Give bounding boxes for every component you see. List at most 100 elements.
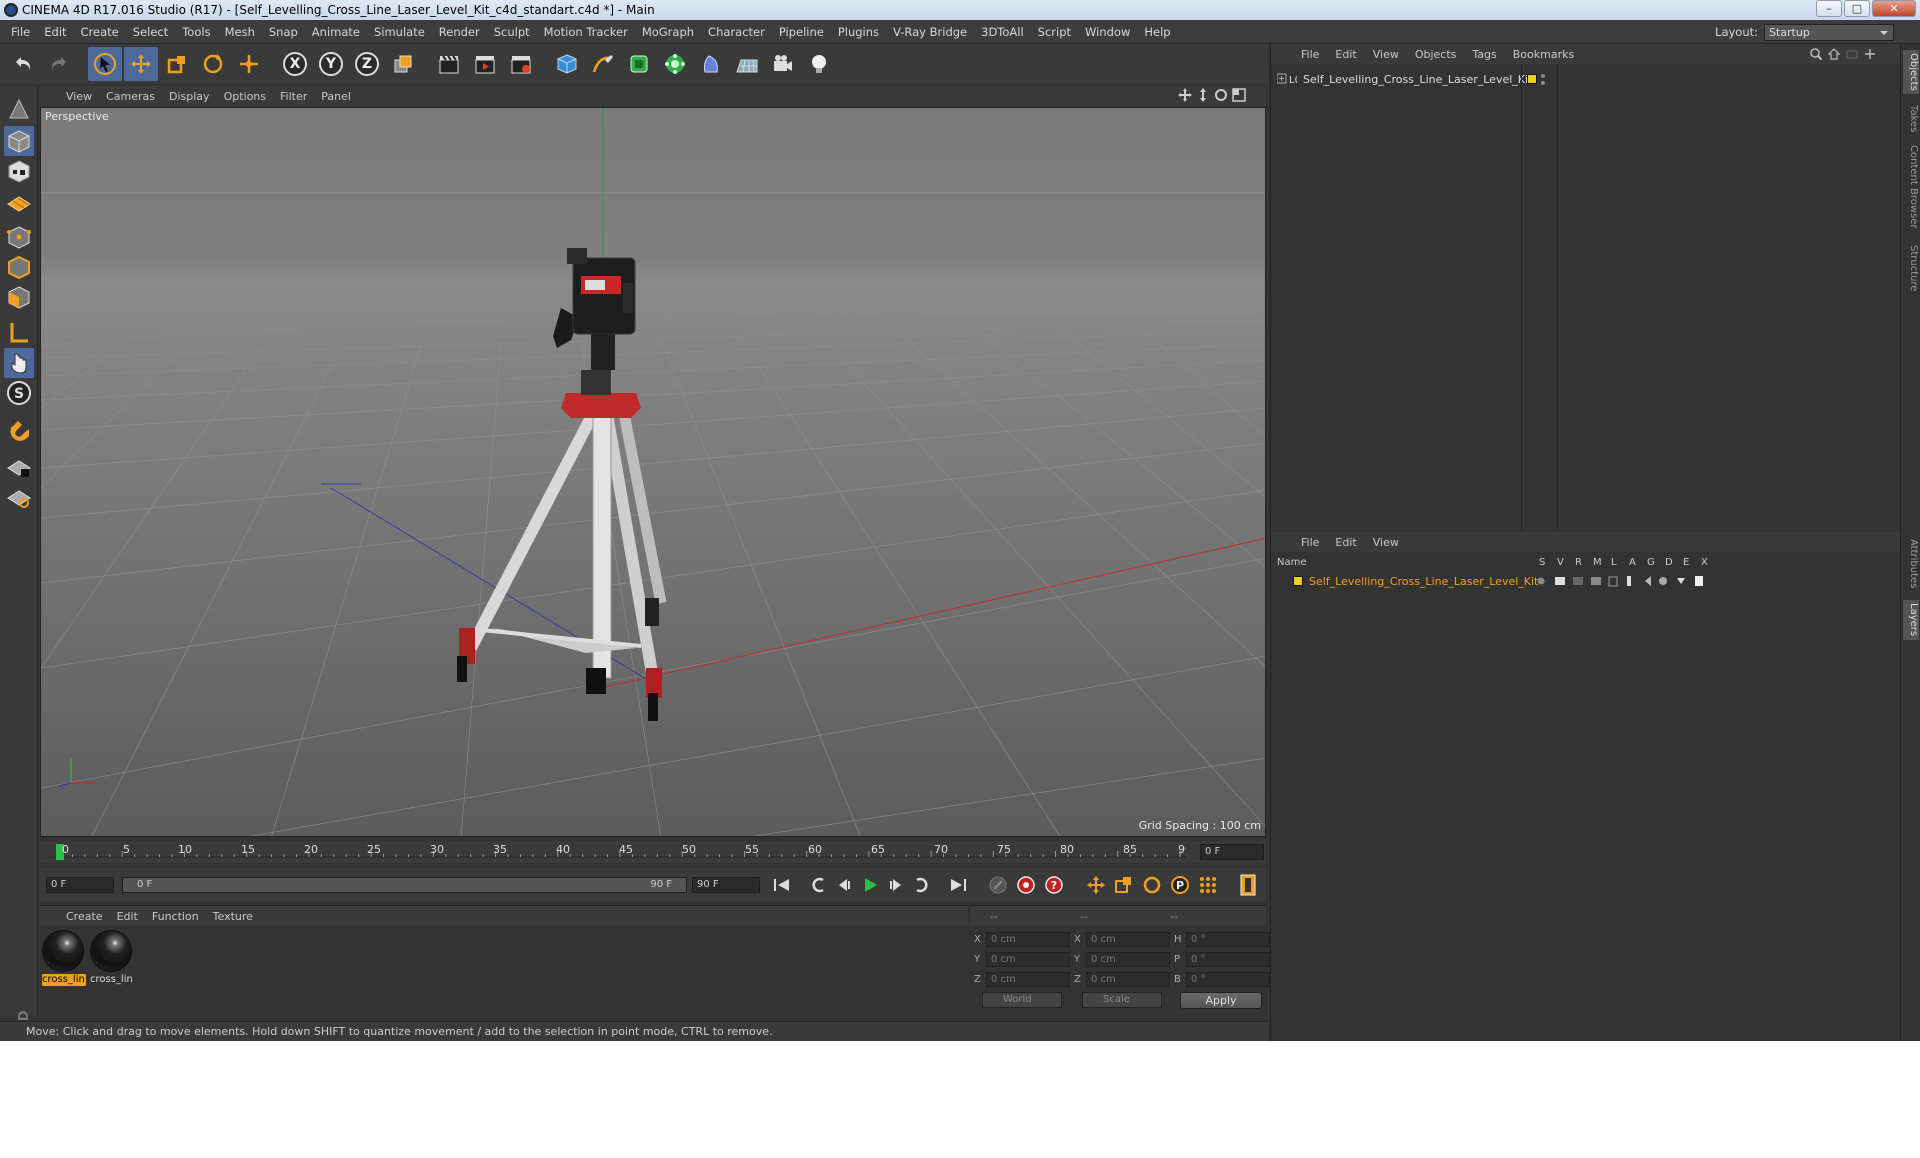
new-view-icon[interactable] (1846, 48, 1858, 60)
menu-tools[interactable]: Tools (175, 20, 217, 44)
start-frame-field[interactable]: 0 F (46, 877, 114, 893)
add-spline-button[interactable] (586, 47, 620, 81)
polygons-mode-button[interactable] (4, 282, 34, 312)
render-settings-button[interactable] (504, 47, 538, 81)
viewport-menu-panel[interactable]: Panel (321, 90, 363, 103)
add-deformer-button[interactable] (694, 47, 728, 81)
move-tool-button[interactable] (124, 47, 158, 81)
viewport-menu-display[interactable]: Display (169, 90, 222, 103)
om-menu-view[interactable]: View (1373, 48, 1399, 61)
menu-window[interactable]: Window (1078, 20, 1137, 44)
menu-file[interactable]: File (4, 20, 37, 44)
lm-menu-edit[interactable]: Edit (1335, 536, 1356, 549)
menu-mograph[interactable]: MoGraph (635, 20, 701, 44)
apply-button[interactable]: Apply (1180, 992, 1262, 1009)
autokey-button[interactable] (1014, 873, 1038, 897)
size-x-field[interactable]: 0 cm (1086, 931, 1170, 947)
menu-sculpt[interactable]: Sculpt (487, 20, 537, 44)
size-z-field[interactable]: 0 cm (1086, 971, 1170, 987)
x-axis-lock-button[interactable]: X (278, 47, 312, 81)
lm-menu-file[interactable]: File (1301, 536, 1319, 549)
world-dropdown[interactable]: World (982, 992, 1062, 1008)
om-menu-edit[interactable]: Edit (1335, 48, 1356, 61)
record-point-level-button[interactable] (1196, 873, 1220, 897)
object-row[interactable]: L0 Self_Levelling_Cross_Line_Laser_Level… (1277, 70, 1532, 88)
menu-animate[interactable]: Animate (305, 20, 367, 44)
add-mograph-button[interactable] (658, 47, 692, 81)
position-z-field[interactable]: 0 cm (986, 971, 1070, 987)
om-menu-file[interactable]: File (1301, 48, 1319, 61)
redo-button[interactable] (42, 47, 76, 81)
layer-color-swatch[interactable] (1293, 576, 1303, 586)
layer-name[interactable]: Self_Levelling_Cross_Line_Laser_Level_Ki… (1309, 575, 1538, 588)
tab-attributes[interactable]: Attributes (1903, 534, 1919, 594)
next-frame-button[interactable] (884, 873, 908, 897)
next-key-button[interactable] (910, 873, 934, 897)
layer-row[interactable]: Self_Levelling_Cross_Line_Laser_Level_Ki… (1277, 572, 1897, 590)
size-y-field[interactable]: 0 cm (1086, 951, 1170, 967)
lm-menu-view[interactable]: View (1373, 536, 1399, 549)
z-axis-lock-button[interactable]: Z (350, 47, 384, 81)
position-y-field[interactable]: 0 cm (986, 951, 1070, 967)
previous-frame-button[interactable] (832, 873, 856, 897)
rotate-tool-button[interactable] (196, 47, 230, 81)
menu-create[interactable]: Create (74, 20, 126, 44)
menu-mesh[interactable]: Mesh (218, 20, 262, 44)
rotation-p-field[interactable]: 0 ° (1186, 951, 1270, 967)
keyframe-selection-button[interactable]: ? (1042, 873, 1066, 897)
record-scale-button[interactable] (1112, 873, 1136, 897)
record-rotation-button[interactable] (1140, 873, 1164, 897)
tab-structure[interactable]: Structure (1903, 240, 1919, 296)
menu-character[interactable]: Character (701, 20, 772, 44)
add-cube-button[interactable] (550, 47, 584, 81)
tweak-mode-button[interactable] (4, 348, 34, 378)
menu-render[interactable]: Render (432, 20, 487, 44)
coordinate-system-button[interactable] (386, 47, 420, 81)
minimize-button[interactable]: – (1816, 0, 1842, 17)
om-menu-bookmarks[interactable]: Bookmarks (1513, 48, 1574, 61)
zoom-icon[interactable] (1196, 88, 1210, 102)
locked-workplane-button[interactable] (4, 452, 34, 482)
rotation-h-field[interactable]: 0 ° (1186, 931, 1270, 947)
menu-vray-bridge[interactable]: V-Ray Bridge (886, 20, 974, 44)
make-editable-button[interactable] (4, 94, 34, 124)
maximize-view-icon[interactable] (1232, 88, 1246, 102)
record-position-button[interactable] (1084, 873, 1108, 897)
axis-mode-button[interactable] (4, 318, 34, 348)
layout-dropdown[interactable]: Startup (1764, 23, 1894, 41)
workplane-mode-button[interactable] (4, 186, 34, 216)
viewport-menu-filter[interactable]: Filter (280, 90, 319, 103)
menu-snap[interactable]: Snap (262, 20, 305, 44)
menu-motion-tracker[interactable]: Motion Tracker (537, 20, 635, 44)
planar-workplane-button[interactable] (4, 482, 34, 512)
menu-3dtoall[interactable]: 3DToAll (974, 20, 1031, 44)
go-to-start-button[interactable] (770, 873, 794, 897)
menu-simulate[interactable]: Simulate (367, 20, 432, 44)
add-icon[interactable] (1864, 48, 1876, 60)
current-frame-field[interactable]: 0 F (1200, 844, 1264, 860)
menu-edit[interactable]: Edit (37, 20, 73, 44)
solo-mode-button[interactable]: S (4, 378, 34, 408)
menu-plugins[interactable]: Plugins (831, 20, 886, 44)
edges-mode-button[interactable] (4, 252, 34, 282)
end-frame-field[interactable]: 90 F (692, 877, 760, 893)
material-swatch[interactable]: cross_lin (90, 930, 134, 986)
previous-key-button[interactable] (806, 873, 830, 897)
rotation-b-field[interactable]: 0 ° (1186, 971, 1270, 987)
play-button[interactable] (858, 873, 882, 897)
transform-tool-button[interactable] (232, 47, 266, 81)
timeline-window-button[interactable] (1236, 873, 1260, 897)
layer-tag-icon[interactable] (1527, 74, 1537, 84)
search-icon[interactable] (1810, 48, 1822, 60)
live-selection-button[interactable] (88, 47, 122, 81)
record-active-objects-button[interactable] (986, 873, 1010, 897)
viewport-menu-cameras[interactable]: Cameras (106, 90, 167, 103)
orbit-icon[interactable] (1214, 88, 1228, 102)
texture-mode-button[interactable] (4, 156, 34, 186)
close-button[interactable]: ✕ (1872, 0, 1916, 17)
tab-layers[interactable]: Layers (1903, 600, 1919, 640)
tab-content-browser[interactable]: Content Browser (1903, 142, 1919, 232)
menu-help[interactable]: Help (1137, 20, 1177, 44)
go-to-end-button[interactable] (946, 873, 970, 897)
y-axis-lock-button[interactable]: Y (314, 47, 348, 81)
